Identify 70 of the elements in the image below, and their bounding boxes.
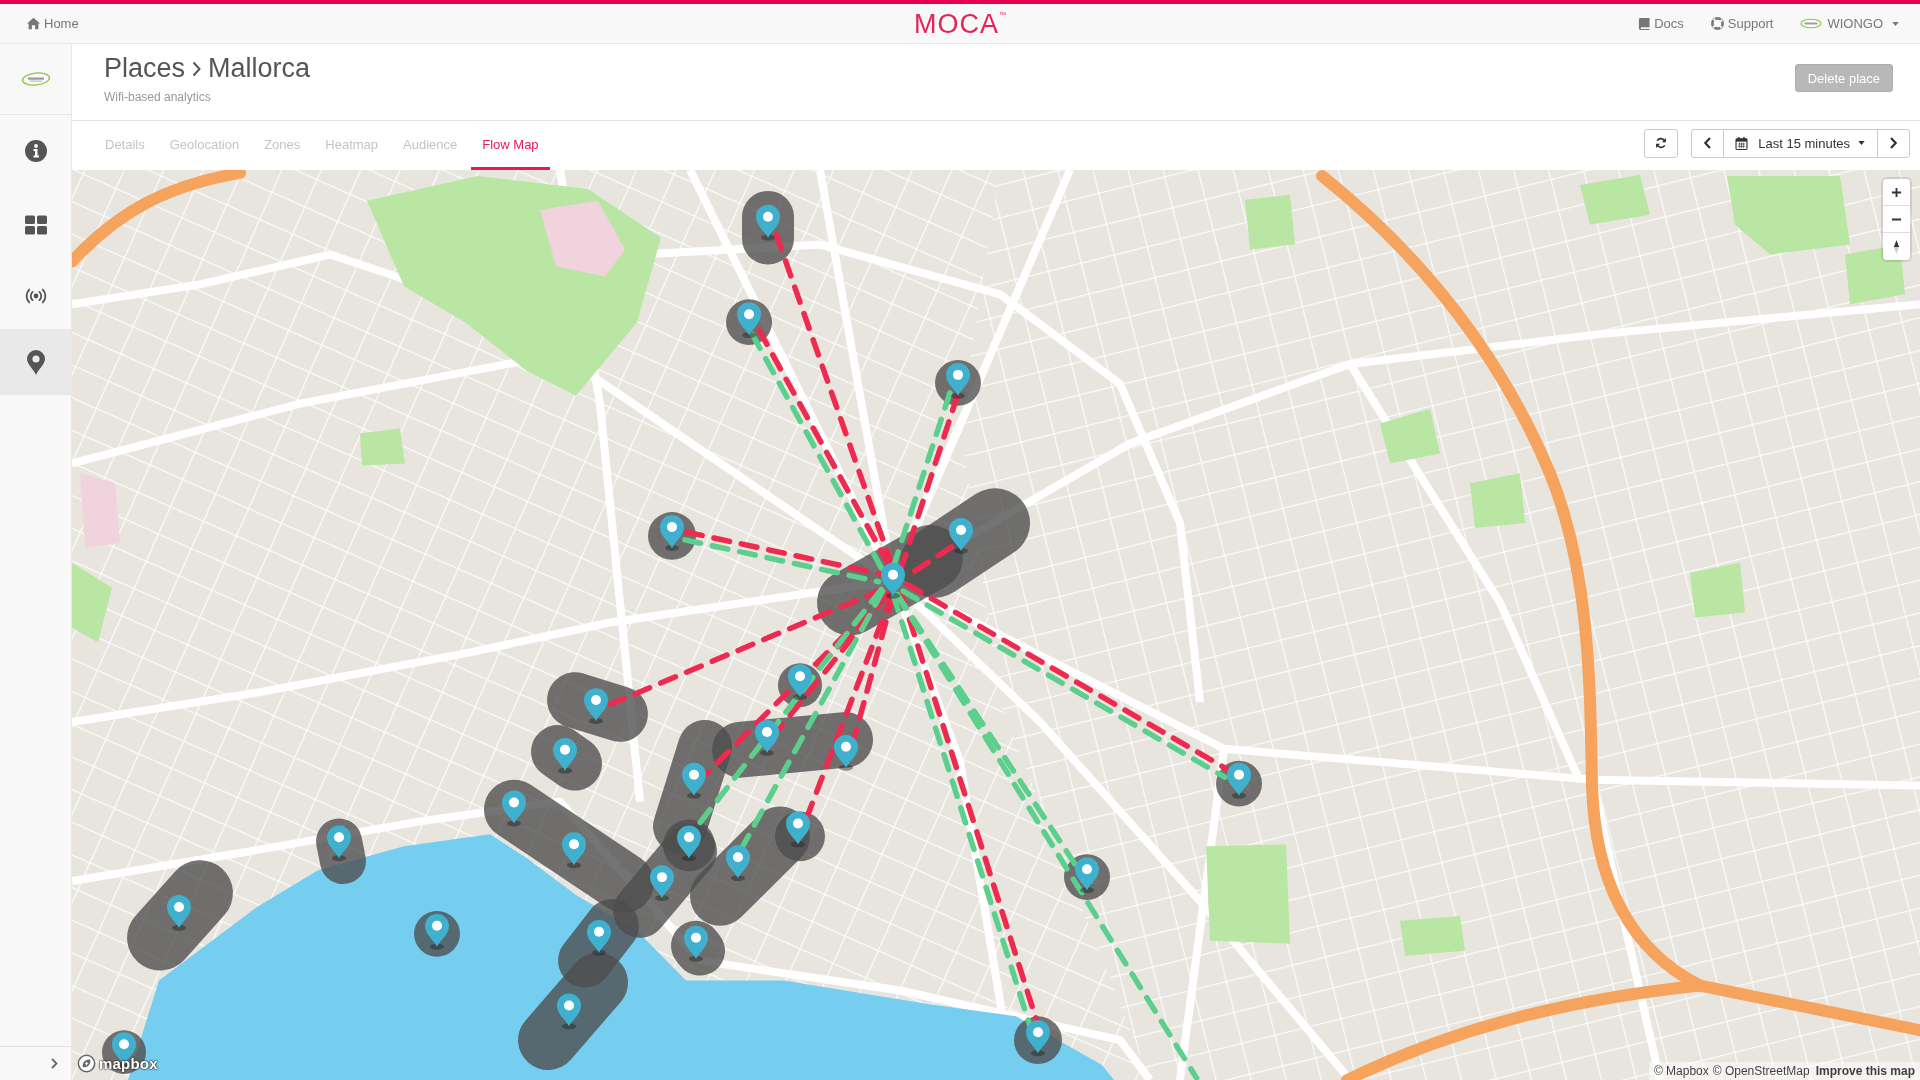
next-button[interactable] xyxy=(1877,128,1910,158)
refresh-icon xyxy=(1655,137,1668,149)
map-marker-icon[interactable] xyxy=(677,825,701,862)
map-marker-icon[interactable] xyxy=(587,919,611,956)
grid-icon xyxy=(24,213,47,236)
caret-icon xyxy=(1892,21,1899,26)
map-marker-icon[interactable] xyxy=(737,302,761,339)
location-pin-icon xyxy=(26,349,45,375)
map-marker-icon[interactable] xyxy=(327,825,351,862)
park-area xyxy=(1690,562,1745,618)
map-marker-icon[interactable] xyxy=(650,865,674,901)
map-marker-icon[interactable] xyxy=(660,515,684,551)
plus-icon xyxy=(1891,186,1902,198)
map-marker-icon[interactable] xyxy=(684,925,708,962)
logo-icon xyxy=(77,1054,96,1073)
time-range-dropdown[interactable]: Last 15 minutes xyxy=(1723,128,1878,158)
map-marker-icon[interactable] xyxy=(946,362,970,399)
chevron-right-icon xyxy=(192,61,202,77)
park-area xyxy=(1380,408,1440,464)
app-logo: MOCA$^{™}$ xyxy=(914,8,1006,39)
map-marker-icon[interactable] xyxy=(562,832,586,869)
chevron-right-icon xyxy=(1889,137,1898,149)
home-icon xyxy=(27,17,40,30)
map-marker-icon[interactable] xyxy=(553,737,577,774)
home-link[interactable]: Home xyxy=(27,16,79,31)
previous-button[interactable] xyxy=(1691,128,1725,158)
map-marker-icon[interactable] xyxy=(682,762,706,799)
map-marker-icon[interactable] xyxy=(1075,857,1099,894)
logo-icon xyxy=(1800,18,1823,29)
park-area xyxy=(1245,194,1295,250)
map-marker-icon[interactable] xyxy=(756,204,780,241)
compass-icon xyxy=(1893,239,1900,254)
map-marker-icon[interactable] xyxy=(786,811,810,848)
attribution-link[interactable]: © Mapbox xyxy=(1653,1064,1709,1078)
chevron-left-icon xyxy=(1703,137,1713,149)
map-marker-icon[interactable] xyxy=(425,913,449,950)
sidebar-nav-item[interactable] xyxy=(0,329,71,395)
map-marker-icon[interactable] xyxy=(726,845,750,882)
park-area xyxy=(1580,174,1650,225)
info-icon xyxy=(24,140,47,162)
map-marker-icon[interactable] xyxy=(584,688,608,724)
lifebuoy-icon xyxy=(1710,17,1724,30)
map-marker-icon[interactable] xyxy=(1227,762,1251,799)
improve-map-link[interactable]: Improve this map xyxy=(1815,1064,1915,1078)
places-link[interactable]: Places xyxy=(104,53,186,83)
map-marker-icon[interactable] xyxy=(502,790,526,827)
map-marker-icon[interactable] xyxy=(1026,1020,1050,1057)
park-area xyxy=(360,428,405,466)
docs-link[interactable]: Docs xyxy=(1638,16,1684,31)
page-title: Mallorca xyxy=(208,53,311,83)
support-link[interactable]: Support xyxy=(1710,16,1774,31)
calendar-icon xyxy=(1735,136,1749,150)
book-icon xyxy=(1638,17,1651,30)
map-marker-icon[interactable] xyxy=(167,895,191,931)
zoom-in-button[interactable] xyxy=(1883,179,1910,206)
park-area xyxy=(1470,473,1525,529)
map-marker-icon[interactable] xyxy=(834,734,858,771)
map-marker-icon[interactable] xyxy=(788,664,812,701)
map-marker-icon[interactable] xyxy=(557,993,581,1030)
attribution-link[interactable]: © OpenStreetMap xyxy=(1712,1064,1810,1078)
map-marker-icon[interactable] xyxy=(755,720,779,756)
logo-icon xyxy=(20,71,51,87)
caret-icon xyxy=(1858,141,1865,145)
park-area xyxy=(1400,915,1465,956)
account-menu[interactable]: WIONGO xyxy=(1800,16,1899,31)
refresh-button[interactable] xyxy=(1644,128,1679,158)
map-marker-icon[interactable] xyxy=(949,518,973,554)
map-marker-icon[interactable] xyxy=(881,562,905,599)
chevron-right-icon xyxy=(51,1058,58,1069)
page-subtitle: Wifi-based analytics xyxy=(104,90,212,104)
